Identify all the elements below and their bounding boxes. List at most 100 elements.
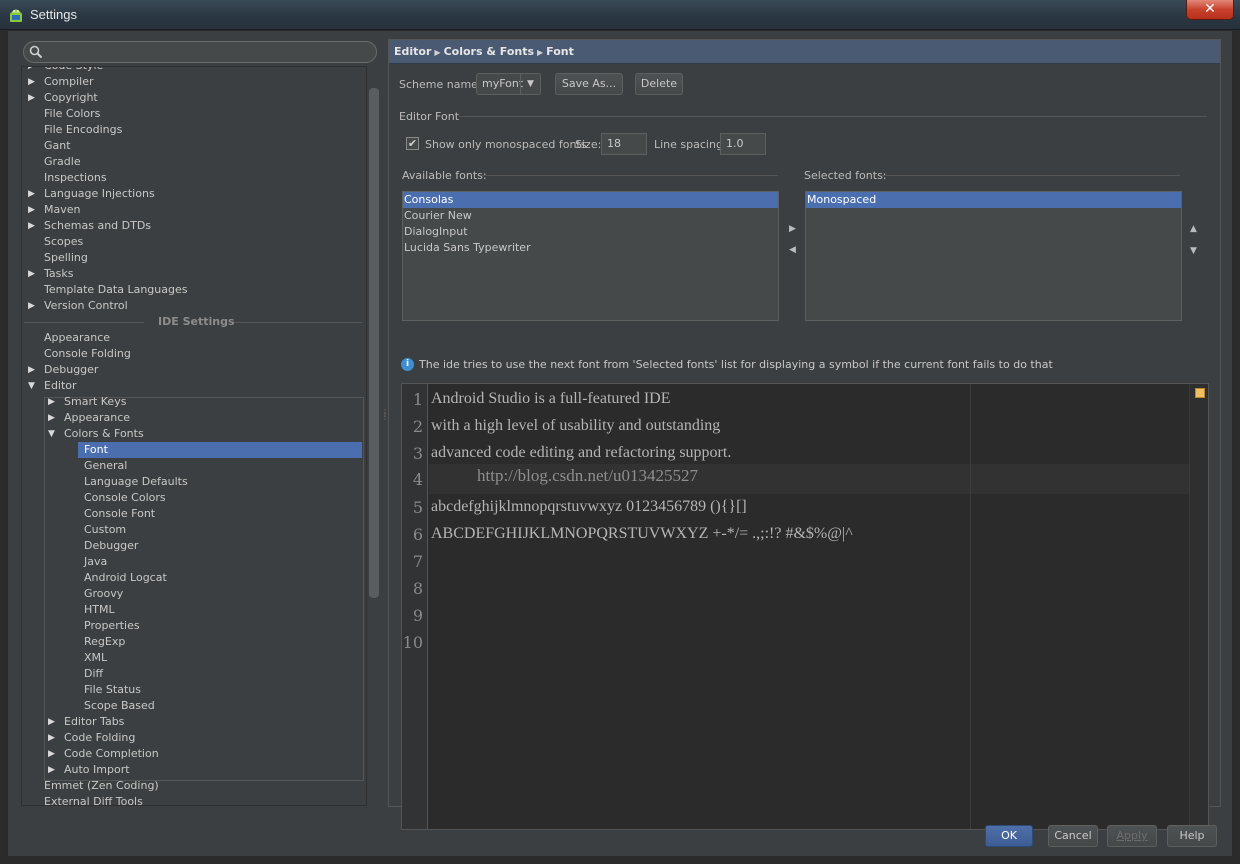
tree-item[interactable]: ▼ Editor: [22, 378, 362, 394]
expand-right-icon[interactable]: ▶: [28, 202, 38, 218]
tree-scrollbar[interactable]: [369, 88, 379, 598]
tree-item[interactable]: Android Logcat: [22, 570, 362, 586]
tree-item[interactable]: Groovy: [22, 586, 362, 602]
tree-item[interactable]: ▶ Tasks: [22, 266, 362, 282]
expand-right-icon[interactable]: ▶: [48, 762, 58, 778]
tree-item[interactable]: Spelling: [22, 250, 362, 266]
divider: [459, 116, 1207, 117]
expand-right-icon[interactable]: ▶: [48, 746, 58, 762]
tree-item[interactable]: External Diff Tools: [22, 794, 362, 806]
tree-item[interactable]: File Status: [22, 682, 362, 698]
tree-item[interactable]: ▶ Language Injections: [22, 186, 362, 202]
cancel-button[interactable]: Cancel: [1048, 825, 1098, 847]
font-preview-editor[interactable]: http://blog.csdn.net/u013425527 1 2 3 4 5 6 7 8…: [401, 383, 1209, 830]
tree-item[interactable]: ▶ Smart Keys: [22, 394, 362, 410]
tree-item[interactable]: Scopes: [22, 234, 362, 250]
expand-right-icon[interactable]: ▶: [48, 394, 58, 410]
tree-item[interactable]: Diff: [22, 666, 362, 682]
tree-item[interactable]: Console Colors: [22, 490, 362, 506]
move-up-icon[interactable]: ▲: [1190, 224, 1197, 234]
expand-right-icon[interactable]: ▶: [28, 74, 38, 90]
expand-right-icon[interactable]: ▶: [28, 266, 38, 282]
tree-item-label: Compiler: [44, 75, 94, 88]
scheme-select[interactable]: myFont ▼: [476, 73, 541, 95]
tree-item[interactable]: Java: [22, 554, 362, 570]
font-settings-panel: Editor ▶ Colors & Fonts ▶ Font Scheme name: …: [388, 39, 1221, 830]
move-right-icon[interactable]: ▶: [789, 224, 796, 234]
move-down-icon[interactable]: ▼: [1190, 246, 1197, 256]
tree-item[interactable]: Custom: [22, 522, 362, 538]
splitter-handle[interactable]: ⋮ ⋮: [381, 409, 389, 427]
tree-item[interactable]: ▶ Appearance: [22, 410, 362, 426]
tree-item[interactable]: Appearance: [22, 330, 362, 346]
tree-item[interactable]: ▶ Maven: [22, 202, 362, 218]
save-as-button[interactable]: Save As...: [555, 73, 623, 95]
expand-right-icon[interactable]: ▶: [28, 362, 38, 378]
tree-item[interactable]: ▶ Code Folding: [22, 730, 362, 746]
line-number: 2: [412, 417, 423, 436]
right-margin-guide: [970, 384, 971, 829]
expand-down-icon[interactable]: ▼: [48, 426, 58, 442]
close-window-button[interactable]: ✕: [1186, 0, 1234, 20]
expand-right-icon[interactable]: ▶: [28, 298, 38, 314]
expand-right-icon[interactable]: ▶: [28, 67, 38, 74]
tree-item[interactable]: ▼ Colors & Fonts: [22, 426, 362, 442]
settings-navigation: ▶ Code Style ▶ Compiler ▶ Copyright File Color…: [21, 38, 381, 806]
tree-item[interactable]: Gradle: [22, 154, 362, 170]
tree-item[interactable]: Debugger: [22, 538, 362, 554]
tree-item-selected[interactable]: Font: [78, 442, 362, 458]
available-fonts-list[interactable]: Consolas Courier New DialogInput Lucida San…: [402, 191, 779, 321]
font-list-item[interactable]: Lucida Sans Typewriter: [403, 240, 778, 256]
tree-item[interactable]: RegExp: [22, 634, 362, 650]
expand-right-icon[interactable]: ▶: [28, 186, 38, 202]
ok-button[interactable]: OK: [985, 825, 1033, 847]
tree-item[interactable]: File Colors: [22, 106, 362, 122]
tree-item[interactable]: ▶ Auto Import: [22, 762, 362, 778]
delete-button[interactable]: Delete: [635, 73, 683, 95]
tree-item[interactable]: ▶ Code Completion: [22, 746, 362, 762]
selected-fonts-list[interactable]: Monospaced: [805, 191, 1182, 321]
tree-item[interactable]: Properties: [22, 618, 362, 634]
tree-item[interactable]: XML: [22, 650, 362, 666]
tree-item[interactable]: ▶ Copyright: [22, 90, 362, 106]
monospaced-checkbox[interactable]: ✔: [406, 137, 419, 150]
tree-item[interactable]: Language Defaults: [22, 474, 362, 490]
line-spacing-input[interactable]: 1.0: [720, 133, 766, 155]
expand-right-icon[interactable]: ▶: [48, 730, 58, 746]
expand-right-icon[interactable]: ▶: [48, 714, 58, 730]
tree-item[interactable]: Gant: [22, 138, 362, 154]
tree-item[interactable]: General: [22, 458, 362, 474]
tree-item[interactable]: ▶ Compiler: [22, 74, 362, 90]
tree-item[interactable]: ▶ Code Style: [22, 67, 362, 74]
font-list-item[interactable]: DialogInput: [403, 224, 778, 240]
tree-item[interactable]: ▶ Version Control: [22, 298, 362, 314]
apply-button[interactable]: Apply: [1107, 825, 1157, 847]
tree-item[interactable]: Template Data Languages: [22, 282, 362, 298]
tree-item[interactable]: Scope Based: [22, 698, 362, 714]
tree-item[interactable]: HTML: [22, 602, 362, 618]
tree-item[interactable]: Console Font: [22, 506, 362, 522]
font-list-item[interactable]: Monospaced: [806, 192, 1181, 208]
breadcrumb-item: Font: [546, 45, 574, 58]
expand-right-icon[interactable]: ▶: [28, 218, 38, 234]
expand-right-icon[interactable]: ▶: [48, 410, 58, 426]
tree-item[interactable]: ▶ Editor Tabs: [22, 714, 362, 730]
tree-item[interactable]: Emmet (Zen Coding): [22, 778, 362, 794]
expand-right-icon[interactable]: ▶: [28, 90, 38, 106]
help-button[interactable]: Help: [1167, 825, 1217, 847]
font-size-input[interactable]: 18: [601, 133, 647, 155]
title-bar: Settings ✕: [0, 0, 1240, 30]
font-list-item[interactable]: Consolas: [403, 192, 778, 208]
tree-item-label: External Diff Tools: [44, 795, 143, 806]
tree-item[interactable]: ▶ Debugger: [22, 362, 362, 378]
font-list-item[interactable]: Courier New: [403, 208, 778, 224]
tree-item[interactable]: File Encodings: [22, 122, 362, 138]
tree-item[interactable]: Console Folding: [22, 346, 362, 362]
inspection-marker-icon[interactable]: [1195, 388, 1205, 398]
search-input[interactable]: [23, 41, 377, 63]
expand-down-icon[interactable]: ▼: [28, 378, 38, 394]
tree-item[interactable]: ▶ Schemas and DTDs: [22, 218, 362, 234]
section-heading: IDE Settings: [22, 314, 362, 330]
move-left-icon[interactable]: ◀: [789, 245, 796, 255]
tree-item[interactable]: Inspections: [22, 170, 362, 186]
